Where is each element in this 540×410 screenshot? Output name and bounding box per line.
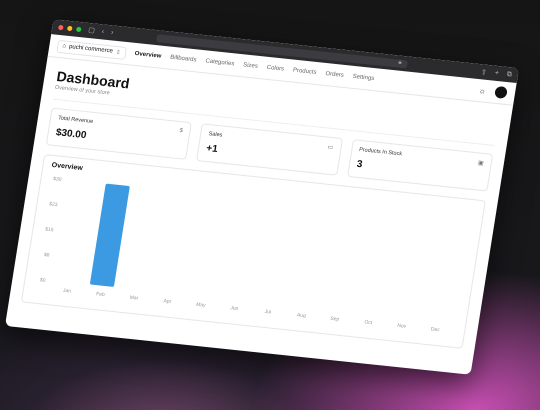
user-avatar[interactable] bbox=[494, 85, 508, 99]
products-in-stock-card: Products In Stock 3 ▣ bbox=[346, 139, 494, 192]
x-tick-label: Sep bbox=[330, 316, 340, 323]
x-tick-label: Aug bbox=[296, 312, 306, 319]
close-window-button[interactable] bbox=[57, 24, 64, 31]
nav-link-products[interactable]: Products bbox=[292, 68, 316, 76]
x-tick-label: May bbox=[196, 302, 207, 309]
y-tick-label: $23 bbox=[49, 201, 58, 208]
nav-link-colors[interactable]: Colors bbox=[266, 65, 284, 73]
theme-toggle-icon[interactable]: ☼ bbox=[478, 86, 487, 96]
nav-link-billboards[interactable]: Billboards bbox=[170, 55, 197, 64]
x-tick-label: Nov bbox=[397, 323, 407, 330]
x-tick-label: Feb bbox=[96, 291, 106, 298]
y-tick-label: $30 bbox=[53, 176, 62, 183]
dollar-icon: $ bbox=[178, 128, 184, 135]
store-name: puchi commerce bbox=[68, 44, 114, 55]
sidebar-toggle-icon[interactable]: ▢ bbox=[88, 27, 96, 35]
x-tick-label: Dec bbox=[430, 326, 440, 333]
new-tab-icon[interactable]: + bbox=[494, 69, 499, 77]
x-tick-label: Jul bbox=[264, 309, 271, 316]
nav-link-settings[interactable]: Settings bbox=[352, 74, 375, 82]
minimize-window-button[interactable] bbox=[66, 25, 73, 32]
maximize-window-button[interactable] bbox=[75, 26, 82, 33]
overview-bar-chart: $0 $8 $15 $23 $30 Jan Feb Mar Apr May Jun Jul Aug Sep… bbox=[39, 176, 440, 333]
sales-card: Sales +1 ▭ bbox=[196, 123, 343, 176]
credit-card-icon: ▭ bbox=[326, 144, 334, 152]
x-tick-label: Mar bbox=[129, 295, 139, 302]
y-tick-label: $15 bbox=[45, 227, 54, 234]
total-revenue-card: Total Revenue $30.00 $ bbox=[45, 107, 193, 160]
x-tick-label: Oct bbox=[364, 319, 373, 326]
store-icon: ⌂ bbox=[61, 43, 67, 50]
nav-link-orders[interactable]: Orders bbox=[325, 71, 344, 79]
browser-window: ▢ ‹ › 🔒︎ ⇪ + ⧉ ⌂ puchi commerce ⇕ Overvi… bbox=[5, 19, 519, 375]
y-tick-label: $8 bbox=[43, 252, 50, 259]
back-icon[interactable]: ‹ bbox=[101, 28, 104, 35]
tabs-overview-icon[interactable]: ⧉ bbox=[506, 70, 512, 78]
share-icon[interactable]: ⇪ bbox=[480, 68, 487, 77]
store-switcher[interactable]: ⌂ puchi commerce ⇕ bbox=[56, 39, 127, 60]
package-icon: ▣ bbox=[477, 160, 485, 167]
chevron-updown-icon: ⇕ bbox=[115, 49, 122, 56]
nav-link-overview[interactable]: Overview bbox=[134, 51, 161, 60]
x-tick-label: Jun bbox=[230, 305, 239, 312]
nav-link-categories[interactable]: Categories bbox=[205, 58, 235, 67]
nav-link-sizes[interactable]: Sizes bbox=[243, 62, 259, 69]
x-tick-label: Apr bbox=[163, 298, 172, 305]
forward-icon[interactable]: › bbox=[110, 29, 113, 36]
x-tick-label: Jan bbox=[62, 288, 71, 295]
bar-feb bbox=[90, 183, 130, 287]
y-tick-label: $0 bbox=[39, 277, 46, 284]
lock-icon: 🔒︎ bbox=[397, 59, 403, 66]
